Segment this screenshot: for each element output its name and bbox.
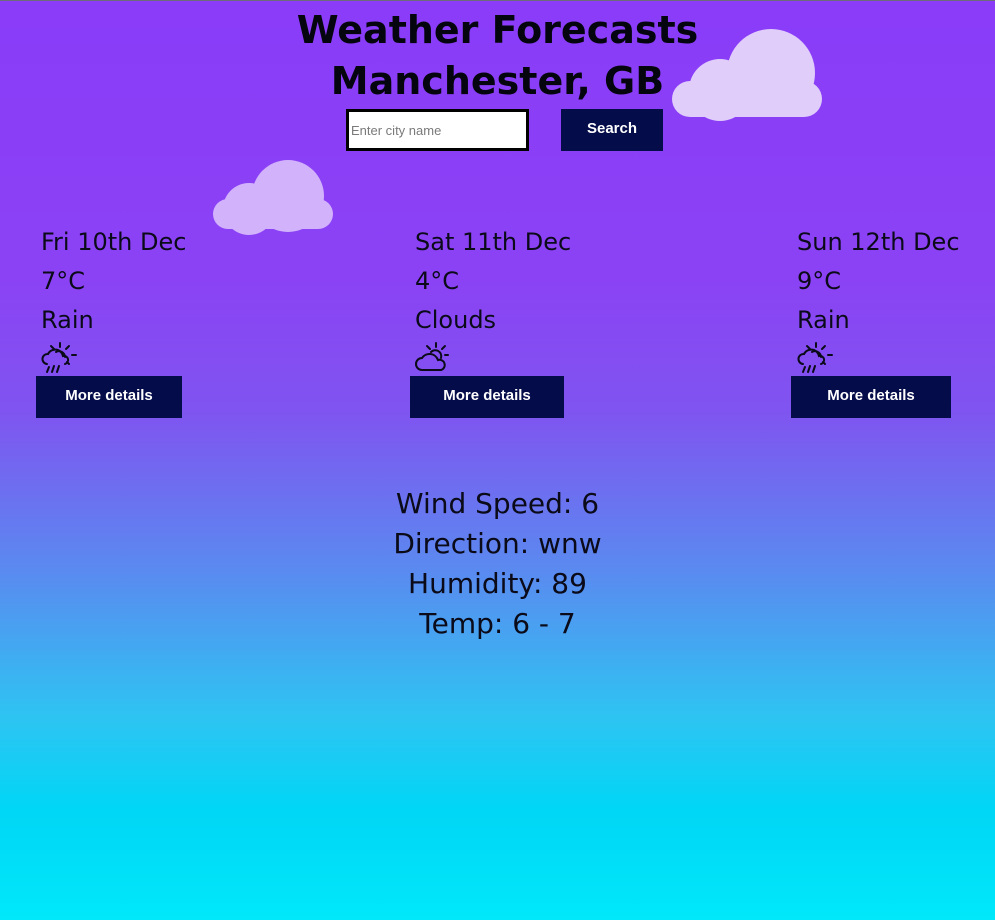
cloud-decoration-small — [213, 160, 333, 235]
city-search-input[interactable] — [346, 109, 529, 151]
humidity: Humidity: 89 — [408, 567, 587, 600]
more-details-button[interactable]: More details — [36, 376, 182, 418]
rain-sun-icon — [797, 342, 833, 373]
wind-direction: Direction: wnw — [393, 527, 602, 560]
forecast-condition: Clouds — [415, 306, 497, 334]
forecast-temp: 9°C — [797, 267, 842, 295]
forecast-condition: Rain — [797, 306, 850, 334]
forecast-day-3: Sun 12th Dec 9°C Rain — [797, 223, 960, 376]
cloud-sun-icon — [415, 342, 449, 371]
forecast-temp: 4°C — [415, 267, 460, 295]
rain-sun-icon — [41, 342, 77, 373]
temp-range: Temp: 6 - 7 — [419, 607, 576, 640]
location-title: Manchester, GB — [330, 59, 665, 103]
forecast-day-2: Sat 11th Dec 4°C Clouds — [415, 223, 571, 376]
forecast-day-1: Fri 10th Dec 7°C Rain — [41, 223, 186, 376]
forecast-date: Sun 12th Dec — [797, 228, 960, 256]
page-title: Weather Forecasts — [296, 8, 699, 52]
search-button[interactable]: Search — [561, 109, 663, 151]
forecast-date: Fri 10th Dec — [41, 228, 187, 256]
more-details-button[interactable]: More details — [791, 376, 951, 418]
more-details-button[interactable]: More details — [410, 376, 564, 418]
forecast-condition: Rain — [41, 306, 94, 334]
wind-speed: Wind Speed: 6 — [395, 487, 600, 520]
forecast-temp: 7°C — [41, 267, 86, 295]
detail-panel: Wind Speed: 6 Direction: wnw Humidity: 8… — [0, 484, 995, 644]
forecast-date: Sat 11th Dec — [415, 228, 572, 256]
